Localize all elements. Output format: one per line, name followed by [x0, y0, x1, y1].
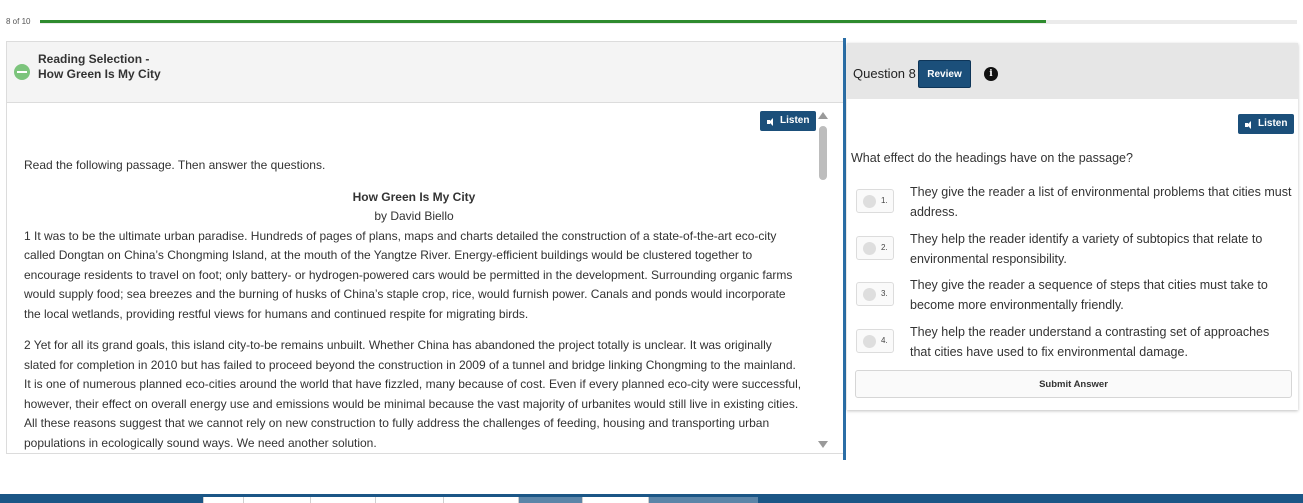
toolbar-tab[interactable] — [648, 497, 758, 503]
passage-listen-button[interactable]: Listen — [760, 111, 817, 131]
toolbar-tab[interactable] — [243, 497, 310, 503]
speaker-icon — [1245, 120, 1254, 129]
passage-author: by David Biello — [374, 209, 454, 223]
reading-panel: Reading Selection - How Green Is My City… — [6, 41, 844, 454]
question-listen-label: Listen — [1258, 118, 1288, 129]
scroll-thumb[interactable] — [819, 126, 827, 180]
radio-circle-icon — [863, 288, 876, 301]
submit-answer-button[interactable]: Submit Answer — [855, 370, 1292, 398]
option-marker[interactable]: 1. — [856, 189, 894, 213]
radio-circle-icon — [863, 195, 876, 208]
passage-scroll-area[interactable]: Listen Read the following passage. Then … — [7, 104, 843, 454]
progress-label: 8 of 10 — [6, 17, 31, 26]
question-label: Question 8 — [853, 66, 916, 81]
passage-paragraph: 2 Yet for all its grand goals, this isla… — [24, 338, 802, 450]
toolbar-tab[interactable] — [310, 497, 375, 503]
scroll-up-arrow-icon[interactable] — [818, 112, 828, 119]
scroll-down-arrow-icon[interactable] — [818, 441, 828, 448]
option-number: 4. — [881, 336, 888, 345]
panel-divider[interactable] — [843, 38, 846, 460]
answer-option-1[interactable]: 1. They give the reader a list of enviro… — [856, 183, 1292, 223]
option-marker[interactable]: 2. — [856, 236, 894, 260]
radio-circle-icon — [863, 242, 876, 255]
option-number: 3. — [881, 289, 888, 298]
toolbar-tab[interactable] — [375, 497, 443, 503]
review-button[interactable]: Review — [918, 60, 971, 88]
reading-header: Reading Selection - How Green Is My City — [7, 42, 843, 103]
answer-option-2[interactable]: 2. They help the reader identify a varie… — [856, 230, 1292, 270]
option-marker[interactable]: 3. — [856, 282, 894, 306]
option-marker[interactable]: 4. — [856, 329, 894, 353]
toolbar-tab[interactable] — [443, 497, 518, 503]
progress-fill — [40, 20, 1046, 23]
toolbar-tab[interactable] — [203, 497, 243, 503]
radio-circle-icon — [863, 335, 876, 348]
progress-bar — [40, 20, 1297, 24]
option-text: They help the reader understand a contra… — [910, 325, 1270, 359]
minus-circle-icon[interactable] — [14, 64, 30, 80]
question-panel: Question 8 Review i Listen What effect d… — [847, 43, 1298, 410]
option-text: They give the reader a sequence of steps… — [910, 278, 1268, 312]
option-number: 1. — [881, 196, 888, 205]
toolbar-tab[interactable] — [582, 497, 648, 503]
option-number: 2. — [881, 243, 888, 252]
answer-option-4[interactable]: 4. They help the reader understand a con… — [856, 323, 1292, 363]
reading-selection-title: Reading Selection - How Green Is My City — [38, 52, 161, 82]
question-header: Question 8 Review i — [847, 43, 1298, 99]
passage-title: How Green Is My City — [352, 189, 476, 204]
question-listen-button[interactable]: Listen — [1238, 114, 1295, 134]
speaker-icon — [767, 117, 776, 126]
option-text: They give the reader a list of environme… — [910, 185, 1292, 219]
option-text: They help the reader identify a variety … — [910, 232, 1263, 266]
passage-instructions: Read the following passage. Then answer … — [24, 158, 326, 172]
reading-header-line1: Reading Selection - — [38, 52, 150, 66]
reading-header-line2: How Green Is My City — [38, 67, 161, 81]
toolbar-tab[interactable] — [518, 497, 582, 503]
passage-listen-label: Listen — [780, 115, 810, 126]
answer-option-3[interactable]: 3. They give the reader a sequence of st… — [856, 276, 1292, 316]
info-icon[interactable]: i — [984, 67, 998, 81]
passage-text: Read the following passage. Then answer … — [24, 156, 804, 454]
question-text: What effect do the headings have on the … — [851, 151, 1133, 165]
passage-scrollbar[interactable] — [817, 112, 829, 448]
passage-paragraph: 1 It was to be the ultimate urban paradi… — [24, 228, 793, 321]
